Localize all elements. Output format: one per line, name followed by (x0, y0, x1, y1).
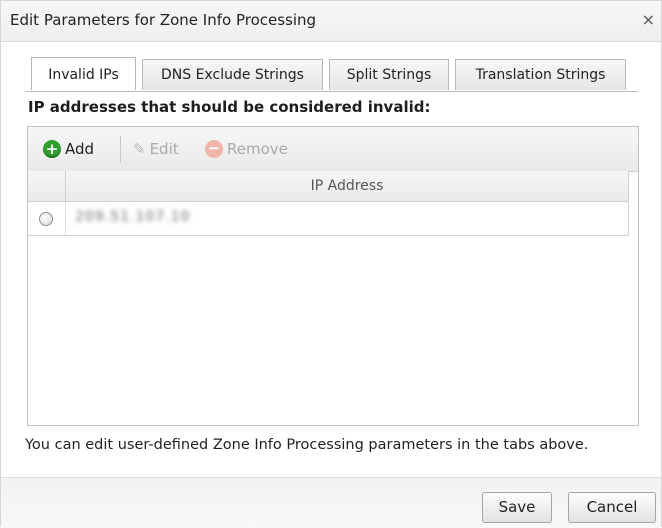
ip-address-value: 209.51.107.10 (75, 209, 191, 225)
save-button[interactable]: Save (482, 492, 552, 523)
column-header-ip-address[interactable]: IP Address (66, 171, 628, 201)
tab-dns-exclude-strings[interactable]: DNS Exclude Strings (142, 59, 323, 90)
edit-parameters-dialog: Edit Parameters for Zone Info Processing… (0, 0, 662, 528)
add-circle-icon: + (43, 140, 61, 158)
dialog-titlebar: Edit Parameters for Zone Info Processing… (1, 1, 661, 42)
help-text: You can edit user-defined Zone Info Proc… (25, 437, 589, 453)
table-row[interactable]: 209.51.107.10 (28, 202, 628, 235)
selection-column-header (28, 171, 66, 201)
grid-header: IP Address (28, 171, 628, 202)
section-heading: IP addresses that should be considered i… (28, 98, 431, 116)
ip-address-grid: IP Address 209.51.107.10 (28, 171, 629, 236)
dialog-footer: Save Cancel (1, 477, 661, 528)
invalid-ips-panel: + Add ✎ Edit − Remove IP Address 209.51.… (27, 126, 639, 426)
edit-button[interactable]: ✎ Edit (133, 138, 179, 160)
edit-button-label: Edit (149, 140, 179, 158)
remove-circle-icon: − (205, 140, 223, 158)
row-divider (65, 202, 66, 235)
pencil-icon: ✎ (133, 140, 146, 158)
close-icon[interactable]: × (642, 10, 655, 29)
row-radio-button[interactable] (39, 212, 53, 226)
add-button-label: Add (65, 140, 95, 158)
add-button[interactable]: + Add (43, 138, 94, 160)
tab-translation-strings[interactable]: Translation Strings (455, 59, 626, 90)
remove-button-label: Remove (227, 140, 288, 158)
cancel-button[interactable]: Cancel (568, 492, 656, 523)
tab-divider (26, 91, 638, 92)
dialog-title: Edit Parameters for Zone Info Processing (10, 11, 317, 29)
tab-invalid-ips[interactable]: Invalid IPs (31, 57, 136, 90)
grid-toolbar: + Add ✎ Edit − Remove (28, 127, 638, 172)
tab-split-strings[interactable]: Split Strings (329, 59, 449, 90)
toolbar-separator (120, 136, 121, 163)
remove-button[interactable]: − Remove (205, 138, 288, 160)
